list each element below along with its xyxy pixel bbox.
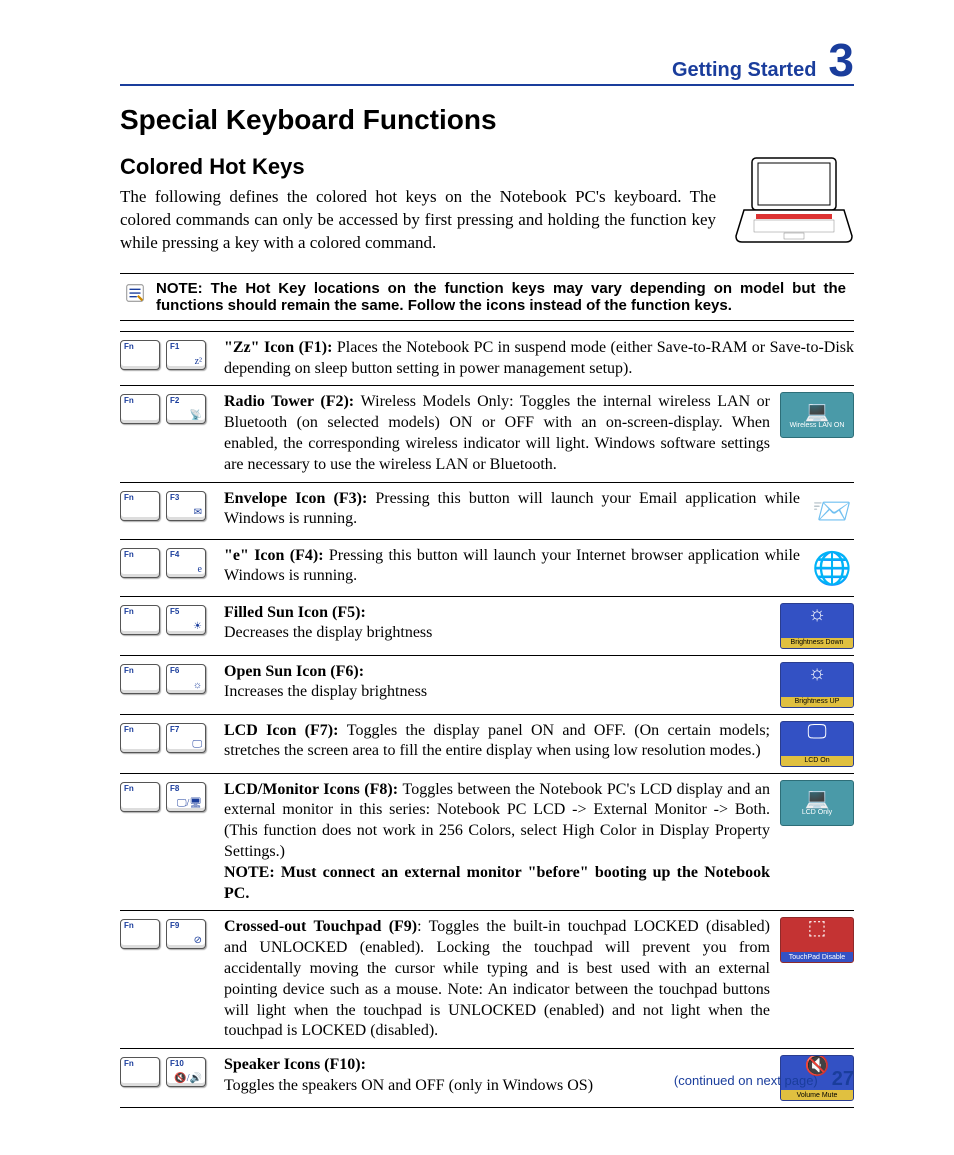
key-combo: FnF4e bbox=[120, 546, 214, 578]
function-key-icon: F3✉ bbox=[166, 491, 206, 521]
hotkey-title: Open Sun Icon (F6): bbox=[224, 663, 364, 680]
continued-label: (continued on next page) bbox=[674, 1073, 818, 1088]
chapter-number: 3 bbox=[828, 40, 854, 81]
osd-indicator-icon: ☼Brightness Down bbox=[780, 603, 854, 649]
function-key-icon: F9⊘ bbox=[166, 919, 206, 949]
section-heading: Special Keyboard Functions bbox=[120, 104, 854, 136]
fn-key-icon: Fn bbox=[120, 548, 160, 578]
hotkey-description: Radio Tower (F2): Wireless Models Only: … bbox=[224, 392, 770, 475]
osd-indicator-icon: 💻Wireless LAN ON bbox=[780, 392, 854, 438]
hotkey-description: Open Sun Icon (F6): Increases the display… bbox=[224, 662, 770, 704]
page-footer: (continued on next page) 27 bbox=[674, 1068, 854, 1091]
function-key-icon: F1z² bbox=[166, 340, 206, 370]
subsection-heading: Colored Hot Keys bbox=[120, 154, 716, 180]
hotkey-description: "e" Icon (F4): Pressing this button will… bbox=[224, 546, 800, 588]
osd-indicator-icon: ☼Brightness UP bbox=[780, 662, 854, 708]
hotkey-description: Envelope Icon (F3): Pressing this button… bbox=[224, 489, 800, 531]
key-combo: FnF2📡 bbox=[120, 392, 214, 424]
hotkey-description: Crossed-out Touchpad (F9): Toggles the b… bbox=[224, 917, 770, 1042]
hotkey-title: LCD Icon (F7): bbox=[224, 722, 347, 739]
hotkey-row: FnF2📡 Radio Tower (F2): Wireless Models O… bbox=[120, 386, 854, 482]
function-key-icon: F10🔇/🔊 bbox=[166, 1057, 206, 1087]
hotkey-title: Envelope Icon (F3): bbox=[224, 490, 375, 507]
fn-key-icon: Fn bbox=[120, 782, 160, 812]
hotkey-row: FnF5☀ Filled Sun Icon (F5): Decreases the … bbox=[120, 597, 854, 656]
hotkey-title: Radio Tower (F2): bbox=[224, 393, 361, 410]
hotkey-description: Filled Sun Icon (F5): Decreases the displ… bbox=[224, 603, 770, 645]
key-combo: FnF10🔇/🔊 bbox=[120, 1055, 214, 1087]
hotkey-row: FnF4e "e" Icon (F4): Pressing this button… bbox=[120, 540, 854, 597]
hotkey-note: NOTE: Must connect an external monitor "… bbox=[224, 864, 770, 902]
key-combo: FnF6☼ bbox=[120, 662, 214, 694]
hotkey-description: LCD/Monitor Icons (F8): Toggles between … bbox=[224, 780, 770, 905]
note-text: NOTE: The Hot Key locations on the funct… bbox=[156, 280, 846, 314]
fn-key-icon: Fn bbox=[120, 723, 160, 753]
fn-key-icon: Fn bbox=[120, 919, 160, 949]
key-combo: FnF7🖵 bbox=[120, 721, 214, 753]
osd-indicator-icon: 💻LCD Only bbox=[780, 780, 854, 826]
function-key-icon: F2📡 bbox=[166, 394, 206, 424]
fn-key-icon: Fn bbox=[120, 605, 160, 635]
hotkey-row: FnF6☼ Open Sun Icon (F6): Increases the di… bbox=[120, 656, 854, 715]
osd-indicator-icon: ⬚TouchPad Disable bbox=[780, 917, 854, 963]
app-launch-icon: 🌐 bbox=[810, 546, 854, 590]
page-header: Getting Started 3 bbox=[120, 40, 854, 86]
key-combo: FnF1z² bbox=[120, 338, 214, 370]
fn-key-icon: Fn bbox=[120, 340, 160, 370]
hotkey-row: FnF1z² "Zz" Icon (F1): Places the Noteboo… bbox=[120, 332, 854, 387]
hotkey-title: "Zz" Icon (F1): bbox=[224, 339, 337, 356]
hotkey-body: Increases the display brightness bbox=[224, 683, 427, 700]
key-combo: FnF9⊘ bbox=[120, 917, 214, 949]
note-callout: NOTE: The Hot Key locations on the funct… bbox=[120, 273, 854, 321]
hotkey-description: "Zz" Icon (F1): Places the Notebook PC i… bbox=[224, 338, 854, 380]
hotkey-table: FnF1z²"Zz" Icon (F1): Places the Noteboo… bbox=[120, 331, 854, 1108]
function-key-icon: F8🖵/🖥 bbox=[166, 782, 206, 812]
hotkey-title: Speaker Icons (F10): bbox=[224, 1056, 366, 1073]
function-key-icon: F5☀ bbox=[166, 605, 206, 635]
key-combo: FnF8🖵/🖥 bbox=[120, 780, 214, 812]
laptop-illustration-icon bbox=[734, 154, 854, 244]
function-key-icon: F6☼ bbox=[166, 664, 206, 694]
note-icon bbox=[124, 282, 146, 304]
fn-key-icon: Fn bbox=[120, 491, 160, 521]
key-combo: FnF5☀ bbox=[120, 603, 214, 635]
hotkey-row: FnF8🖵/🖥 LCD/Monitor Icons (F8): Toggles b… bbox=[120, 774, 854, 912]
hotkey-body: Toggles the speakers ON and OFF (only in… bbox=[224, 1077, 593, 1094]
key-combo: FnF3✉ bbox=[120, 489, 214, 521]
hotkey-row: FnF3✉ Envelope Icon (F3): Pressing this b… bbox=[120, 483, 854, 540]
function-key-icon: F7🖵 bbox=[166, 723, 206, 753]
hotkey-title: "e" Icon (F4): bbox=[224, 547, 329, 564]
app-launch-icon: 📨 bbox=[810, 489, 854, 533]
osd-indicator-icon: 🖵LCD On bbox=[780, 721, 854, 767]
hotkey-body: : Toggles the built-in touchpad LOCKED (… bbox=[224, 918, 770, 1039]
hotkey-description: LCD Icon (F7): Toggles the display panel… bbox=[224, 721, 770, 763]
function-key-icon: F4e bbox=[166, 548, 206, 578]
chapter-title: Getting Started bbox=[672, 59, 816, 82]
hotkey-row: FnF7🖵 LCD Icon (F7): Toggles the display … bbox=[120, 715, 854, 774]
hotkey-title: Filled Sun Icon (F5): bbox=[224, 604, 366, 621]
hotkey-title: LCD/Monitor Icons (F8): bbox=[224, 781, 403, 798]
fn-key-icon: Fn bbox=[120, 1057, 160, 1087]
intro-paragraph: The following defines the colored hot ke… bbox=[120, 186, 716, 255]
fn-key-icon: Fn bbox=[120, 664, 160, 694]
fn-key-icon: Fn bbox=[120, 394, 160, 424]
page-number: 27 bbox=[832, 1068, 854, 1091]
hotkey-body: Decreases the display brightness bbox=[224, 624, 432, 641]
hotkey-row: FnF9⊘ Crossed-out Touchpad (F9): Toggles … bbox=[120, 911, 854, 1049]
hotkey-title: Crossed-out Touchpad (F9) bbox=[224, 918, 417, 935]
